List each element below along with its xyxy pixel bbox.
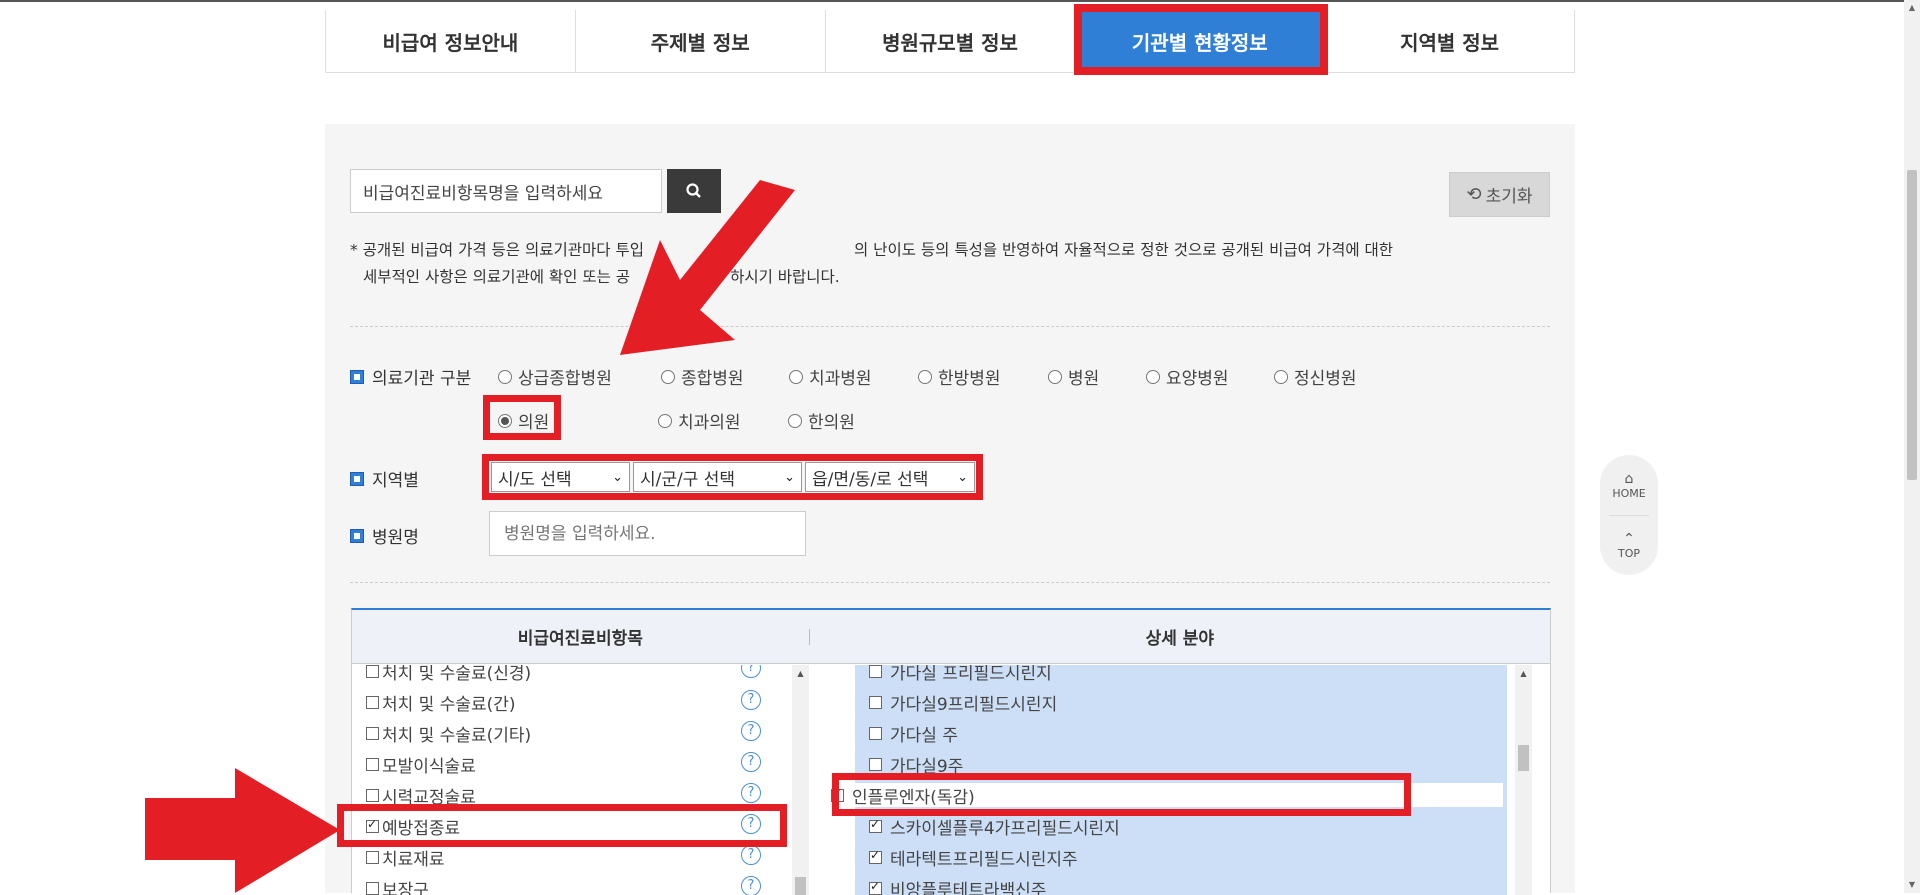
- radio-general-hospital[interactable]: 종합병원: [661, 364, 744, 389]
- help-icon[interactable]: ?: [741, 876, 761, 895]
- item-table: 비급여진료비항목 상세 분야 처치 및 수술료(신경) ? 처치 및 수술료(간…: [351, 608, 1551, 895]
- help-icon[interactable]: ?: [741, 814, 761, 834]
- reset-button[interactable]: ⟲ 초기화: [1449, 172, 1550, 217]
- home-button[interactable]: ⌂ HOME: [1612, 471, 1645, 500]
- radio-hospital[interactable]: 병원: [1048, 364, 1099, 389]
- list-item[interactable]: 테라텍트프리필드시린지주: [869, 845, 1078, 870]
- tab-topic-info[interactable]: 주제별 정보: [575, 10, 826, 72]
- list-item[interactable]: 시력교정술료: [366, 783, 476, 808]
- main-tabs: 비급여 정보안내 주제별 정보 병원규모별 정보 기관별 현황정보 지역별 정보: [325, 10, 1575, 73]
- list-item-influenza[interactable]: 인플루엔자(독감): [831, 783, 1503, 808]
- radio-oriental-clinic[interactable]: 한의원: [788, 408, 855, 433]
- details-list: 가다실 프리필드시린지 가다실9프리필드시린지 가다실 주 가다실9주 인플루엔…: [810, 665, 1550, 895]
- eup-select[interactable]: 읍/면/동/로 선택 ⌄: [805, 462, 975, 492]
- quick-nav: ⌂ HOME ⌃ TOP: [1600, 455, 1658, 575]
- bullet-square-icon: [350, 471, 364, 486]
- tab-noncovered-info[interactable]: 비급여 정보안내: [326, 10, 576, 72]
- tab-hospital-size-info[interactable]: 병원규모별 정보: [825, 10, 1076, 72]
- scroll-down-icon[interactable]: ▼: [1904, 877, 1920, 893]
- scroll-up-icon[interactable]: ▲: [1515, 665, 1532, 682]
- search-button[interactable]: [667, 169, 721, 213]
- items-list: 처치 및 수술료(신경) ? 처치 및 수술료(간) ? 처치 및 수술료(기타…: [352, 665, 809, 895]
- list-item[interactable]: 가다실9프리필드시린지: [869, 690, 1057, 715]
- list-item[interactable]: 모발이식술료: [366, 752, 476, 777]
- radio-clinic[interactable]: 의원: [498, 408, 549, 433]
- radio-tertiary-hospital[interactable]: 상급종합병원: [498, 364, 612, 389]
- item-search-input[interactable]: [350, 169, 662, 213]
- sido-select[interactable]: 시/도 선택 ⌄: [491, 462, 630, 492]
- search-panel: ⟲ 초기화 * 공개된 비급여 가격 등은 의료기관마다 투입 의 난이도 등의 …: [325, 124, 1575, 895]
- list-item[interactable]: 비앙플루테트라백신주: [869, 876, 1046, 895]
- radio-nursing-hospital[interactable]: 요양병원: [1146, 364, 1229, 389]
- radio-mental-hospital[interactable]: 정신병원: [1274, 364, 1357, 389]
- notice-line2b: 하시기 바랍니다.: [730, 268, 840, 286]
- sigungu-select[interactable]: 시/군/구 선택 ⌄: [633, 462, 802, 492]
- help-icon[interactable]: ?: [741, 845, 761, 865]
- help-icon[interactable]: ?: [741, 752, 761, 772]
- tab-institution-status[interactable]: 기관별 현황정보: [1075, 10, 1326, 72]
- list-item[interactable]: 스카이셀플루4가프리필드시린지: [869, 814, 1120, 839]
- col-header-items: 비급여진료비항목: [517, 629, 643, 649]
- bullet-square-icon: [350, 528, 364, 543]
- radio-oriental-hospital[interactable]: 한방병원: [918, 364, 1001, 389]
- region-label: 지역별: [350, 466, 419, 491]
- hospital-name-label: 병원명: [350, 523, 419, 548]
- list-item[interactable]: 가다실 주: [869, 721, 958, 746]
- search-icon: [686, 183, 701, 198]
- chevron-down-icon: ⌄: [957, 469, 968, 485]
- items-scrollbar[interactable]: ▲: [792, 665, 809, 895]
- notice-line2: 세부적인 사항은 의료기관에 확인 또는 공: [363, 268, 631, 286]
- list-item[interactable]: 처치 및 수술료(기타): [366, 721, 531, 746]
- divider: [350, 582, 1550, 583]
- details-scrollbar[interactable]: ▲: [1515, 665, 1532, 895]
- bullet-square-icon: [350, 369, 364, 384]
- chevron-down-icon: ⌄: [612, 469, 623, 485]
- help-icon[interactable]: ?: [741, 690, 761, 710]
- top-button[interactable]: ⌃ TOP: [1618, 531, 1640, 560]
- list-item[interactable]: 처치 및 수술료(간): [366, 690, 516, 715]
- page-scrollbar[interactable]: ▲ ▼: [1904, 0, 1920, 893]
- table-header: 비급여진료비항목 상세 분야: [352, 610, 1550, 664]
- scroll-up-icon[interactable]: ▲: [792, 665, 809, 682]
- scroll-up-icon[interactable]: ▲: [1904, 0, 1920, 16]
- notice-text: * 공개된 비급여 가격 등은 의료기관마다 투입 의 난이도 등의 특성을 반영…: [350, 237, 1450, 291]
- help-icon[interactable]: ?: [741, 665, 761, 678]
- divider: [350, 326, 1550, 327]
- tab-region-info[interactable]: 지역별 정보: [1325, 10, 1574, 72]
- help-icon[interactable]: ?: [741, 721, 761, 741]
- top-arrow-icon: ⌃: [1623, 530, 1635, 547]
- list-item[interactable]: 처치 및 수술료(신경): [366, 665, 531, 684]
- col-header-details: 상세 분야: [1145, 629, 1215, 649]
- list-item-vaccination[interactable]: 예방접종료: [366, 814, 460, 839]
- list-item[interactable]: 가다실9주: [869, 752, 963, 777]
- list-item[interactable]: 가다실 프리필드시린지: [869, 665, 1052, 684]
- chevron-down-icon: ⌄: [784, 469, 795, 485]
- help-icon[interactable]: ?: [741, 783, 761, 803]
- home-icon: ⌂: [1624, 470, 1634, 487]
- radio-dental-clinic[interactable]: 치과의원: [658, 408, 741, 433]
- red-arrow-right: [145, 768, 340, 893]
- top-border: [0, 0, 1904, 2]
- hospital-name-input[interactable]: [489, 511, 806, 556]
- refresh-icon: ⟲: [1466, 184, 1482, 205]
- list-item[interactable]: 치료재료: [366, 845, 445, 870]
- institution-type-label: 의료기관 구분: [350, 364, 471, 389]
- radio-dental-hospital[interactable]: 치과병원: [789, 364, 872, 389]
- notice-line1: * 공개된 비급여 가격 등은 의료기관마다 투입: [350, 241, 644, 259]
- list-item[interactable]: 보장구: [366, 876, 429, 895]
- reset-label: 초기화: [1485, 187, 1533, 207]
- notice-line1b: 의 난이도 등의 특성을 반영하여 자율적으로 정한 것으로 공개된 비급여 가…: [854, 241, 1394, 259]
